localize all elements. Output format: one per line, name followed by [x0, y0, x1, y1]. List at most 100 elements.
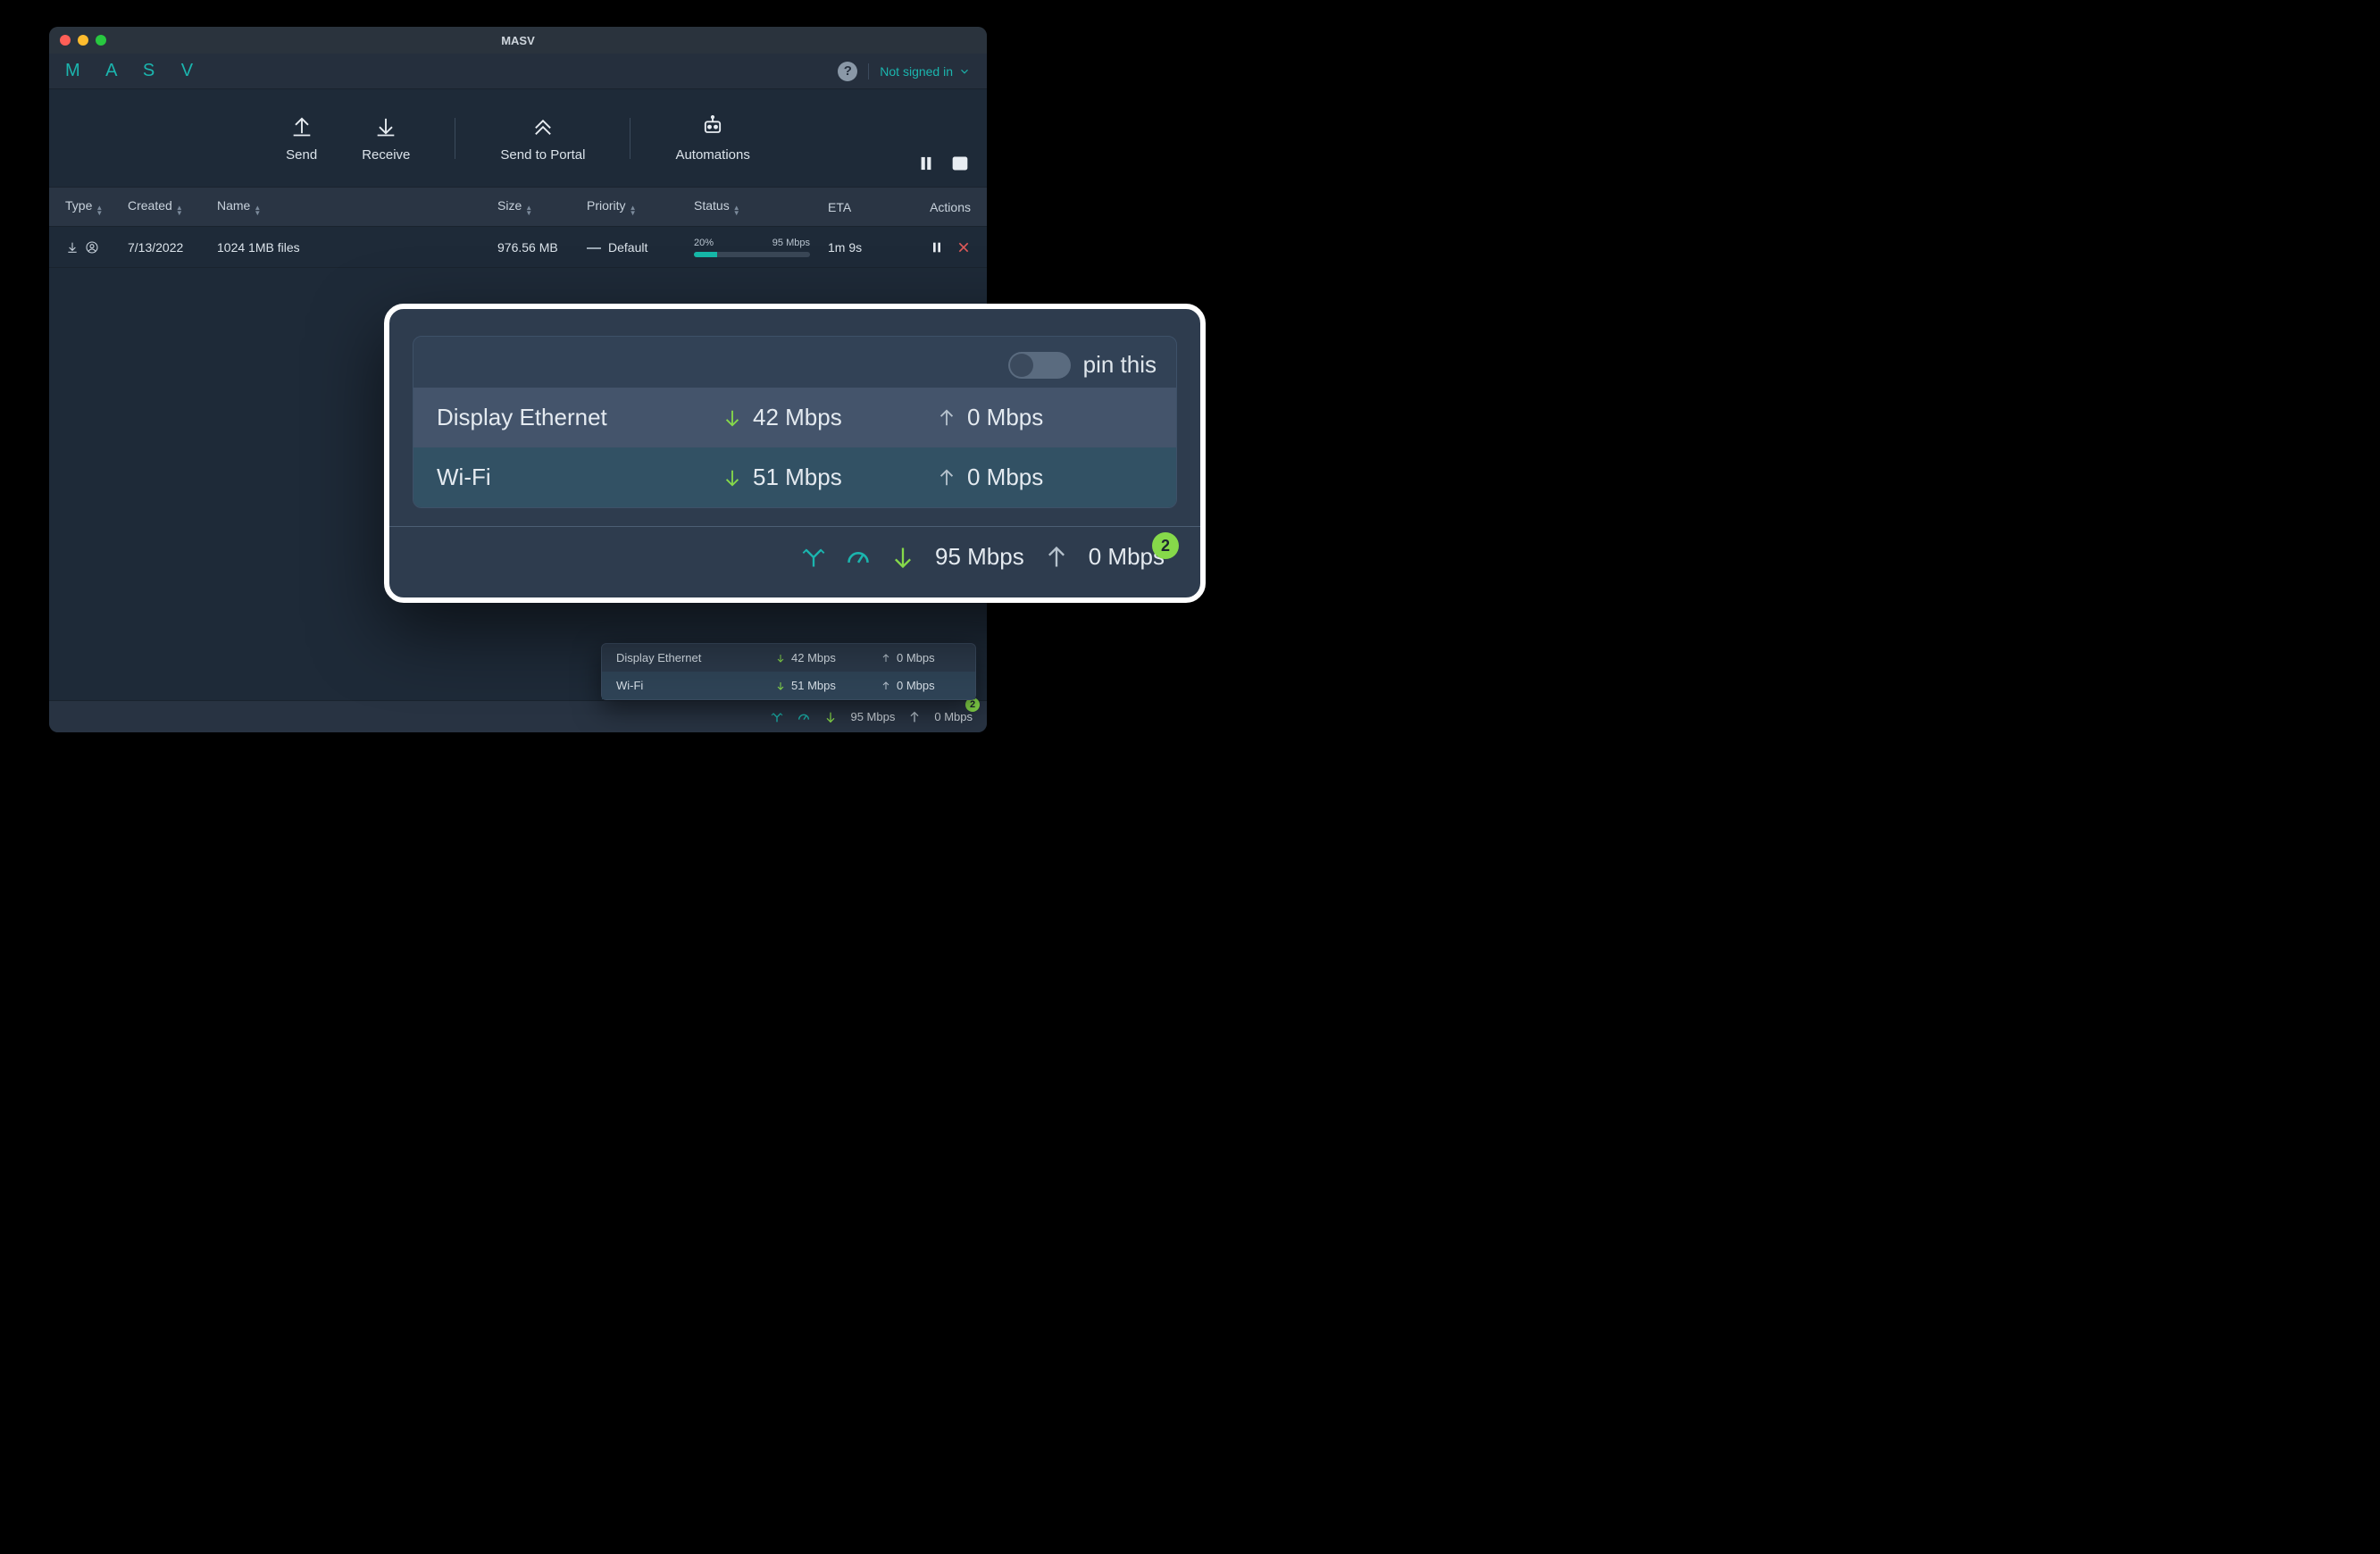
statusbar-up: 0 Mbps	[934, 710, 973, 723]
popover-summary: 95 Mbps 0 Mbps 2	[413, 527, 1177, 590]
automations-button[interactable]: Automations	[675, 113, 749, 163]
arrow-down-icon	[722, 468, 742, 488]
interface-row[interactable]: Wi-Fi 51 Mbps 0 Mbps	[413, 447, 1176, 507]
row-eta: 1m 9s	[828, 240, 908, 255]
upload-icon	[289, 113, 314, 138]
interface-down: 42 Mbps	[775, 651, 856, 664]
receive-button[interactable]: Receive	[362, 113, 410, 163]
app-header: M A S V ? Not signed in	[49, 54, 987, 89]
mini-popover-row: Wi-Fi 51 Mbps 0 Mbps	[602, 672, 975, 699]
row-name: 1024 1MB files	[217, 240, 497, 255]
col-created[interactable]: Created▲▼	[128, 198, 217, 216]
network-mini-popover: Display Ethernet 42 Mbps 0 Mbps Wi-Fi 51…	[601, 643, 976, 700]
col-priority[interactable]: Priority▲▼	[587, 198, 694, 216]
cancel-button[interactable]	[956, 240, 971, 255]
receive-label: Receive	[362, 147, 410, 163]
pin-label: pin this	[1083, 351, 1157, 379]
priority-default-icon	[587, 247, 601, 249]
window-controls	[60, 35, 106, 46]
arrow-up-icon	[1044, 545, 1069, 570]
toggle-knob	[1010, 354, 1033, 377]
speedometer-icon[interactable]	[797, 710, 811, 724]
pin-toggle[interactable]	[1008, 352, 1071, 379]
interface-up: 0 Mbps	[937, 404, 1151, 431]
window-title: MASV	[49, 34, 987, 47]
speedometer-icon[interactable]	[846, 545, 871, 570]
interface-name: Wi-Fi	[437, 464, 722, 491]
pause-button[interactable]	[930, 240, 944, 255]
table-row[interactable]: 7/13/2022 1024 1MB files 976.56 MB Defau…	[49, 227, 987, 268]
row-created: 7/13/2022	[128, 240, 217, 255]
arrow-up-icon	[881, 681, 891, 691]
col-eta: ETA	[828, 200, 908, 214]
interface-down: 51 Mbps	[722, 464, 937, 491]
statusbar: 95 Mbps 0 Mbps 2	[49, 700, 987, 732]
titlebar: MASV	[49, 27, 987, 54]
arrow-down-icon	[722, 408, 742, 428]
col-status[interactable]: Status▲▼	[694, 198, 828, 216]
pin-row: pin this	[413, 337, 1176, 388]
arrow-up-icon	[937, 408, 956, 428]
arrow-up-icon	[907, 710, 922, 724]
close-window-button[interactable]	[60, 35, 71, 46]
chevron-down-icon	[958, 65, 971, 78]
interface-down: 51 Mbps	[775, 679, 856, 692]
download-icon	[373, 113, 398, 138]
brand-logo: M A S V	[65, 61, 204, 81]
summary-down: 95 Mbps	[935, 543, 1024, 571]
network-branch-icon[interactable]	[770, 710, 784, 724]
col-name[interactable]: Name▲▼	[217, 198, 497, 216]
arrow-down-icon	[775, 653, 786, 664]
columns-icon[interactable]	[951, 155, 969, 172]
header-right: ? Not signed in	[838, 62, 971, 81]
maximize-window-button[interactable]	[96, 35, 106, 46]
automations-label: Automations	[675, 147, 749, 163]
network-branch-icon[interactable]	[801, 545, 826, 570]
col-actions: Actions	[908, 200, 971, 214]
portal-icon	[530, 113, 555, 138]
table-header: Type▲▼ Created▲▼ Name▲▼ Size▲▼ Priority▲…	[49, 188, 987, 227]
progress-pct: 20%	[694, 238, 714, 248]
network-popover: pin this Display Ethernet 42 Mbps 0 Mbps…	[384, 304, 1206, 603]
interface-name: Display Ethernet	[437, 404, 722, 431]
robot-icon	[700, 113, 725, 138]
arrow-up-icon	[881, 653, 891, 664]
signin-label: Not signed in	[880, 64, 953, 79]
row-status: 20% 95 Mbps	[694, 238, 828, 257]
interface-up: 0 Mbps	[881, 679, 961, 692]
statusbar-down: 95 Mbps	[850, 710, 895, 723]
download-arrow-icon	[65, 240, 79, 255]
user-icon	[85, 240, 99, 255]
divider	[868, 63, 869, 79]
main-toolbar: Send Receive Send to Portal Automations	[49, 89, 987, 188]
interface-name: Display Ethernet	[616, 651, 750, 664]
summary-badge: 2	[1152, 532, 1179, 559]
interface-row[interactable]: Display Ethernet 42 Mbps 0 Mbps	[413, 388, 1176, 447]
help-icon[interactable]: ?	[838, 62, 857, 81]
interface-up: 0 Mbps	[881, 651, 961, 664]
signin-menu[interactable]: Not signed in	[880, 64, 971, 79]
progress-bar	[694, 252, 810, 257]
interface-name: Wi-Fi	[616, 679, 750, 692]
row-size: 976.56 MB	[497, 240, 587, 255]
interface-up: 0 Mbps	[937, 464, 1151, 491]
toolbar-right	[917, 155, 969, 172]
arrow-down-icon	[890, 545, 915, 570]
send-to-portal-button[interactable]: Send to Portal	[500, 113, 585, 163]
interface-down: 42 Mbps	[722, 404, 937, 431]
row-type-icons	[65, 240, 128, 255]
arrow-up-icon	[937, 468, 956, 488]
pause-all-icon[interactable]	[917, 155, 935, 172]
arrow-down-icon	[775, 681, 786, 691]
arrow-down-icon	[823, 710, 838, 724]
row-priority: Default	[587, 240, 694, 255]
progress-speed: 95 Mbps	[772, 238, 810, 248]
send-button[interactable]: Send	[286, 113, 317, 163]
col-type[interactable]: Type▲▼	[65, 198, 128, 216]
network-popover-panel: pin this Display Ethernet 42 Mbps 0 Mbps…	[413, 336, 1177, 508]
portal-label: Send to Portal	[500, 147, 585, 163]
col-size[interactable]: Size▲▼	[497, 198, 587, 216]
minimize-window-button[interactable]	[78, 35, 88, 46]
mini-popover-row: Display Ethernet 42 Mbps 0 Mbps	[602, 644, 975, 672]
send-label: Send	[286, 147, 317, 163]
